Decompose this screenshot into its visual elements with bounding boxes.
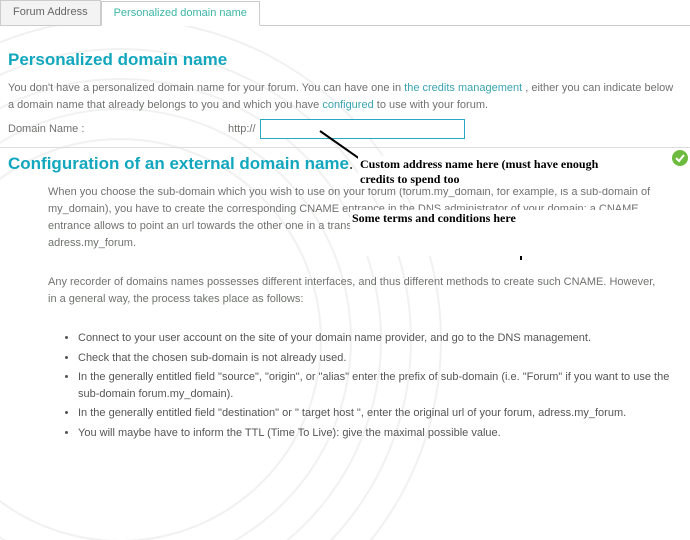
tab-bar: Forum Address Personalized domain name <box>0 0 690 26</box>
intro-text: You don't have a personalized domain nam… <box>8 80 682 113</box>
config-paragraph-2: Any recorder of domains names possesses … <box>48 274 662 308</box>
configured-link[interactable]: configured <box>322 99 373 111</box>
annotation-terms: Some terms and conditions here <box>350 210 670 256</box>
section-title: Personalized domain name <box>8 50 682 70</box>
domain-name-input[interactable] <box>260 119 465 139</box>
list-item: In the generally entitled field "destina… <box>78 405 672 422</box>
title-dot: . <box>349 154 353 173</box>
config-steps-list: Connect to your user account on the site… <box>8 330 682 441</box>
intro-part-a: You don't have a personalized domain nam… <box>8 82 404 94</box>
list-item: Check that the chosen sub-domain is not … <box>78 350 672 367</box>
section-external-domain: Configuration of an external domain name… <box>0 148 690 452</box>
list-item: You will maybe have to inform the TTL (T… <box>78 425 672 442</box>
annotation-custom-address: Custom address name here (must have enou… <box>358 156 628 188</box>
ok-check-icon <box>672 150 688 166</box>
credits-management-link[interactable]: the credits management <box>404 82 522 94</box>
config-title: Configuration of an external domain name <box>8 154 349 173</box>
list-item: In the generally entitled field "source"… <box>78 369 672 402</box>
domain-name-label: Domain Name : <box>8 123 228 135</box>
domain-name-row: Domain Name : http:// <box>8 119 682 139</box>
tab-personalized-domain[interactable]: Personalized domain name <box>101 1 260 26</box>
intro-part-c: to use with your forum. <box>377 99 488 111</box>
tab-forum-address[interactable]: Forum Address <box>0 0 101 25</box>
section-personalized-domain: Personalized domain name You don't have … <box>0 26 690 148</box>
list-item: Connect to your user account on the site… <box>78 330 672 347</box>
http-prefix: http:// <box>228 123 256 135</box>
